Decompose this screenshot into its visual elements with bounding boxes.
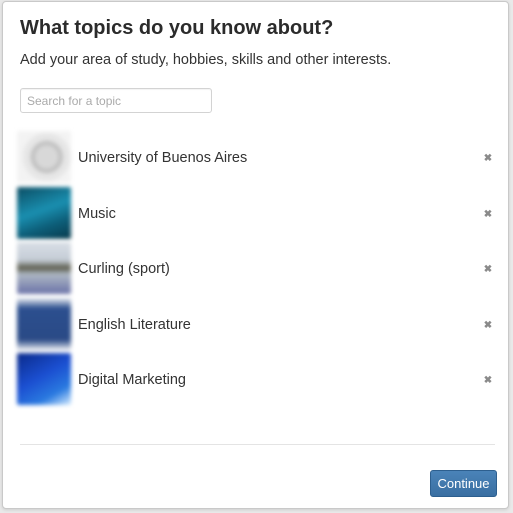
- topic-label: Curling (sport): [78, 261, 170, 277]
- remove-topic-icon[interactable]: ✖: [481, 319, 495, 333]
- remove-topic-icon[interactable]: ✖: [481, 263, 495, 277]
- topic-item: Music ✖: [17, 185, 495, 241]
- continue-button[interactable]: Continue: [430, 470, 497, 497]
- remove-topic-icon[interactable]: ✖: [481, 152, 495, 166]
- dialog-subtitle: Add your area of study, hobbies, skills …: [20, 52, 392, 68]
- topic-label: Music: [78, 205, 116, 222]
- remove-topic-icon[interactable]: ✖: [481, 208, 495, 222]
- footer-divider: [20, 444, 495, 445]
- topic-label: University of Buenos Aires: [78, 150, 248, 166]
- topic-search-input[interactable]: [20, 88, 212, 113]
- topic-list: University of Buenos Aires ✖ Music ✖ Cur…: [17, 129, 495, 407]
- topic-label: Digital Marketing: [78, 372, 186, 388]
- university-seal-icon: [17, 131, 71, 183]
- topic-item: Digital Marketing ✖: [17, 351, 495, 407]
- dialog-title: What topics do you know about?: [20, 17, 334, 39]
- music-icon: [17, 186, 71, 239]
- topic-item: English Literature ✖: [17, 296, 495, 352]
- topics-dialog: What topics do you know about? Add your …: [2, 1, 509, 509]
- topic-label: English Literature: [78, 316, 191, 333]
- topic-item: University of Buenos Aires ✖: [17, 129, 495, 185]
- topic-item: Curling (sport) ✖: [17, 240, 495, 296]
- digital-marketing-icon: [17, 353, 71, 405]
- book-icon: [17, 297, 71, 350]
- remove-topic-icon[interactable]: ✖: [481, 374, 495, 388]
- curling-icon: [17, 242, 71, 294]
